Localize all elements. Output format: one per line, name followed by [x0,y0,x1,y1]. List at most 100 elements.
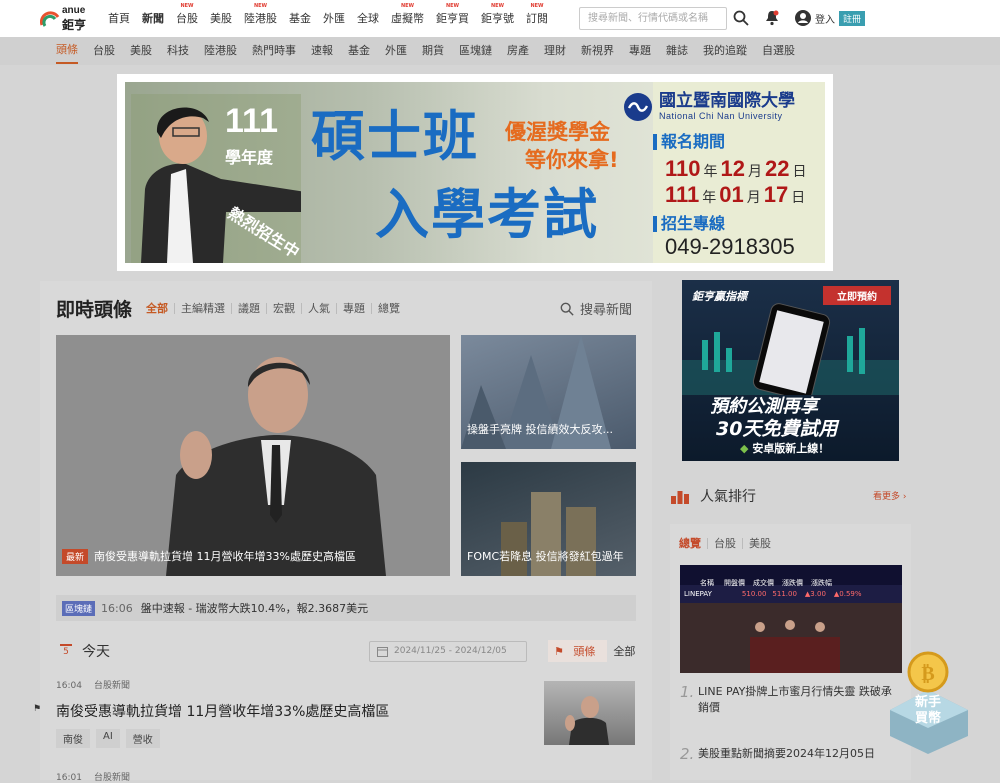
nav-tw-stock[interactable]: NEW 台股 [170,0,204,37]
subnav-item[interactable]: 外匯 [385,37,407,65]
nav-crypto[interactable]: NEW 虛擬幣 [385,0,430,37]
tag-chip[interactable]: 營收 [125,729,160,748]
new-badge: NEW [400,3,415,9]
ranking-item[interactable]: 1. LINE PAY掛牌上市蜜月行情失靈 跌破承銷價 [680,684,902,716]
tab-topic[interactable]: 議題 [231,303,266,314]
app-ad[interactable]: 鉅亨贏指標 立即預約 預約公測再享 30天免費試用 ◆ 安卓版新上線！ [682,280,899,461]
see-more-link[interactable]: 看更多 › [873,489,906,502]
subnav-item[interactable]: 陸港股 [204,37,237,65]
ranking-title: 人氣排行 [700,489,756,505]
today-label: 今天 [82,644,110,660]
nav-news[interactable]: 新聞 [136,0,170,37]
tab-editor-pick[interactable]: 主編精選 [174,303,231,314]
section-title: 即時頭條 [56,299,133,321]
thumb-caption-1: 操盤手亮牌 投信績效大反攻... [467,423,613,436]
subnav-item[interactable]: 科技 [167,37,189,65]
top-bar: anue 鉅亨 首頁 新聞 NEW 台股 美股 NEW 陸港股 基金 外匯 全球 N… [0,0,1000,37]
nav-forex[interactable]: 外匯 [317,0,351,37]
calendar-icon [377,647,388,657]
headline-tabs: 全部 主編精選 議題 宏觀 人氣 專題 總覽 [146,303,406,314]
subnav-item[interactable]: 美股 [130,37,152,65]
android-icon: ◆ [740,442,749,455]
new-badge: NEW [180,3,194,9]
anue-logo[interactable]: anue 鉅亨 [40,5,92,33]
nav-us-stock[interactable]: 美股 [204,0,238,37]
date-start: 110 年 12 月 22 日 [665,156,807,181]
ranking-box: 總覽 台股 美股 名稱 開盤價 成交價 漲跌價 漲跌幅 LINEPAY 510.00 511… [670,524,911,780]
subnav-item[interactable]: 理財 [544,37,566,65]
user-icon[interactable] [795,10,811,26]
today-header: 5 今天 [60,641,110,661]
ranking-image[interactable]: 名稱 開盤價 成交價 漲跌價 漲跌幅 LINEPAY 510.00 511.00 ▲3.00 ▲… [680,565,902,673]
news-thumbnail[interactable] [544,681,635,745]
nav-cn-hk-stock[interactable]: NEW 陸港股 [238,0,283,37]
filter-headline[interactable]: ⚑ 頭條 [548,640,608,662]
nav-subscribe[interactable]: NEW 訂閱 [520,0,554,37]
banner-headline-2: 入學考試 [375,183,599,246]
tag-chip[interactable]: 南俊 [56,729,90,748]
subnav-item[interactable]: 台股 [93,37,115,65]
register-button[interactable]: 註冊 [839,10,866,26]
subnav-item[interactable]: 速報 [311,37,333,65]
subnav-item[interactable]: 自選股 [762,37,795,65]
tab-overview[interactable]: 總覽 [371,303,406,314]
news-ticker[interactable]: 區塊鏈 16:06 盤中速報 - 瑞波幣大跌10.4%，報2.3687美元 [56,595,636,621]
ranking-header: 人氣排行 [670,486,756,506]
nav-home[interactable]: 首頁 [102,0,136,37]
login-link[interactable]: 登入 [815,11,835,26]
anue-logo-icon [40,10,60,27]
flag-icon: ⚑ [33,704,42,714]
hero-article[interactable]: 最新 南俊受惠導軌拉貨增 11月營收年增33%處歷史高檔區 [56,335,450,576]
subnav-item[interactable]: 房產 [507,37,529,65]
tag-chip[interactable]: AI [96,729,120,748]
banner-ad[interactable]: 111 學年度 碩士班 入學考試 熱烈招生中 優渥獎學金 等你來拿! 國立暨南國… [117,74,833,271]
search-icon[interactable] [733,10,749,26]
subnav-item[interactable]: 期貨 [422,37,444,65]
tab-feature[interactable]: 專題 [336,303,371,314]
filter-all[interactable]: 全部 [607,640,641,662]
tab-all[interactable]: 全部 [146,303,174,314]
subnav-item[interactable]: 雜誌 [666,37,688,65]
news-search[interactable]: 搜尋新聞 [560,299,632,318]
subnav-item[interactable]: 區塊鏈 [459,37,492,65]
search-input[interactable]: 搜尋新聞、行情代碼或名稱 [579,7,727,30]
logo-en: anue [62,4,86,16]
stock-board-header: 名稱 開盤價 成交價 漲跌價 漲跌幅 [700,579,832,587]
subnav-item[interactable]: 基金 [348,37,370,65]
hero-caption: 南俊受惠導軌拉貨增 11月營收年增33%處歷史高檔區 [94,550,356,563]
date-range-picker[interactable]: 2024/11/25 - 2024/12/05 [369,641,527,662]
bell-icon[interactable] [765,10,779,26]
news-filter: ⚑ 頭條 全部 [548,640,641,662]
university-name-en: National Chi Nan University [659,110,783,121]
rank-tab-tw[interactable]: 台股 [707,538,742,549]
calendar-icon: 5 [60,644,72,658]
ticker-tag: 區塊鏈 [62,600,96,616]
ranking-item[interactable]: 2. 美股重點新聞摘要2024年12月05日 [680,746,902,762]
nav-anue-buy[interactable]: NEW 鉅亨買 [430,0,475,37]
main-nav: 首頁 新聞 NEW 台股 美股 NEW 陸港股 基金 外匯 全球 NEW 虛擬幣 NE… [102,0,554,37]
tab-macro[interactable]: 宏觀 [266,303,301,314]
subnav-item[interactable]: 熱門時事 [252,37,296,65]
subnav-item[interactable]: 專題 [629,37,651,65]
subnav-item[interactable]: 新視界 [581,37,614,65]
banner-year: 111 [225,102,278,140]
ad-line-3: ◆ 安卓版新上線！ [740,442,830,455]
buy-crypto-float-button[interactable]: ₿ 新手 買幣 [886,650,970,754]
rank-tab-overview[interactable]: 總覽 [679,538,707,549]
ad-line-2: 30天免費試用 [716,418,838,440]
period-label: 報名期間 [653,134,725,150]
banner-scholarship-2: 等你來拿! [525,148,619,172]
subnav-item[interactable]: 頭條 [56,38,78,64]
rank-tab-us[interactable]: 美股 [742,538,777,549]
coin-label-2: 買幣 [915,710,941,726]
nav-anue-account[interactable]: NEW 鉅亨號 [475,0,520,37]
news-title[interactable]: 南俊受惠導軌拉貨增 11月營收年增33%處歷史高檔區 [56,701,389,721]
subnav-item[interactable]: 我的追蹤 [703,37,747,65]
thumb-article-2[interactable]: FOMC若降息 投信將發紅包過年 [461,462,636,576]
thumb-article-1[interactable]: 操盤手亮牌 投信績效大反攻... [461,335,636,449]
tab-popular[interactable]: 人氣 [301,303,336,314]
banner-headline-1: 碩士班 [311,105,479,168]
nav-fund[interactable]: 基金 [283,0,317,37]
nav-global[interactable]: 全球 [351,0,385,37]
university-emblem-icon [624,93,652,121]
